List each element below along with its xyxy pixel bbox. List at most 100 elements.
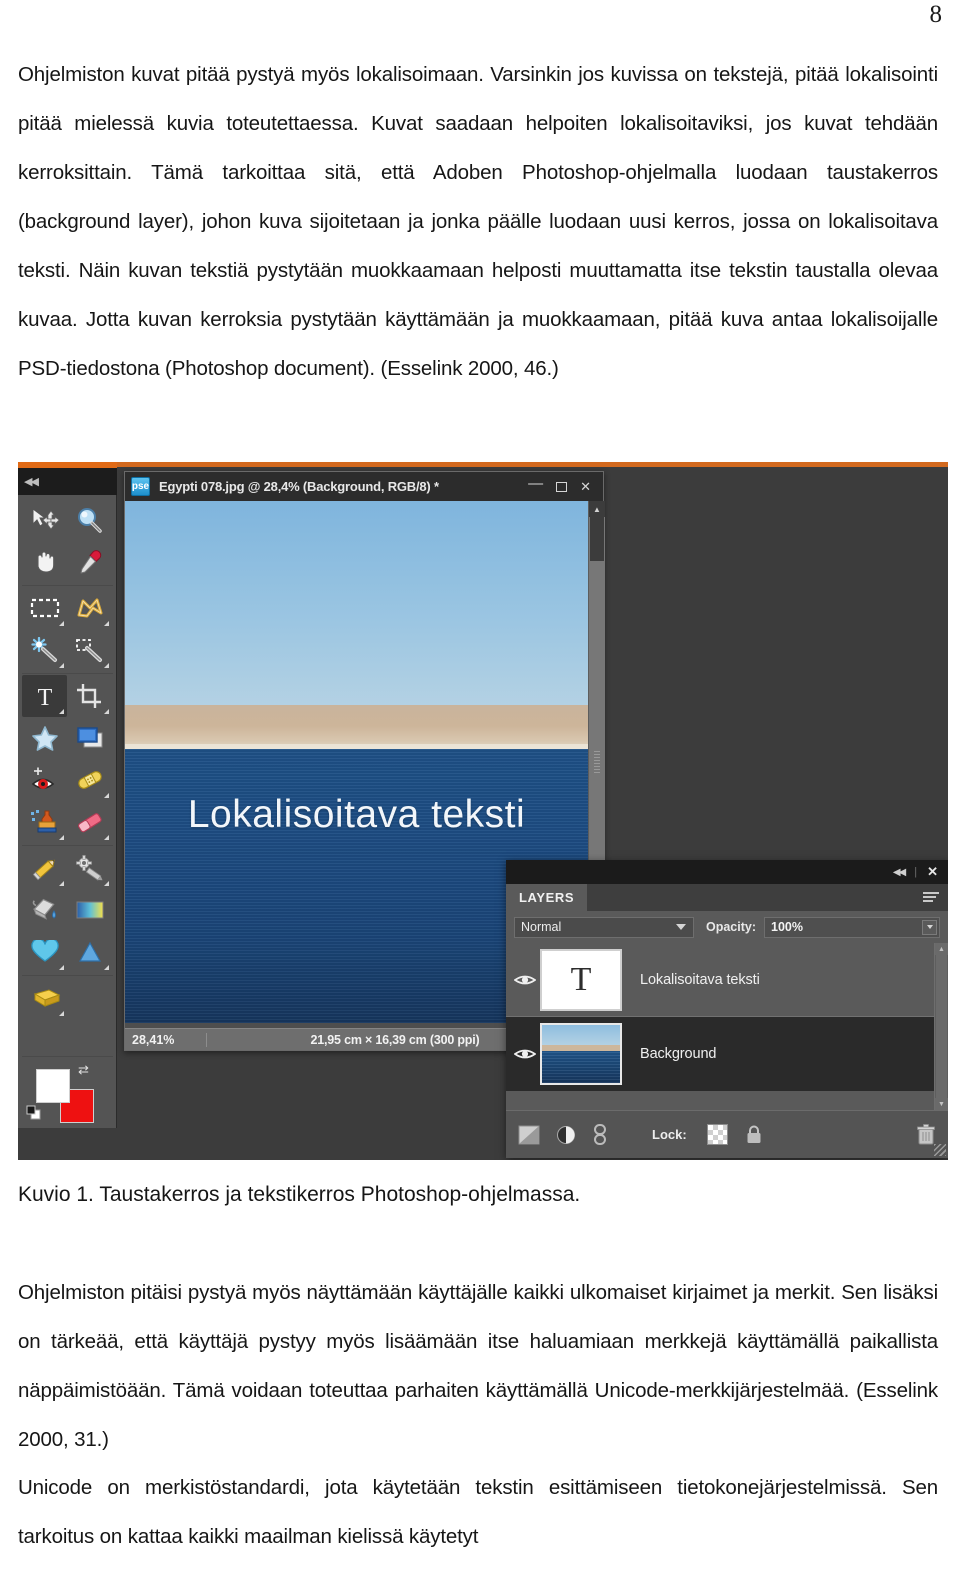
color-swatches: ⇄	[22, 1056, 113, 1128]
paragraph-intro: Ohjelmiston kuvat pitää pystyä myös loka…	[18, 63, 938, 380]
opacity-value: 100%	[771, 920, 803, 934]
submenu-indicator-icon	[104, 663, 109, 668]
chevron-down-icon	[676, 924, 686, 930]
layers-panel: ◀◀ | ✕ LAYERS Normal Opacity: 100% T Lok…	[506, 860, 948, 1158]
crop-tool[interactable]	[67, 675, 112, 717]
layer-thumbnail[interactable]: T	[540, 948, 622, 1011]
opacity-chevron-icon[interactable]	[922, 919, 937, 935]
layer-name[interactable]: Background	[640, 1046, 716, 1062]
tools-grid: T	[22, 498, 113, 1021]
eraser-tool[interactable]	[67, 801, 112, 843]
submenu-indicator-icon	[104, 965, 109, 970]
link-layers-icon[interactable]	[592, 1123, 608, 1146]
layer-row[interactable]: Background	[506, 1017, 934, 1091]
magic-wand-tool[interactable]	[22, 629, 67, 671]
panel-collapse-icon[interactable]: ◀◀	[893, 867, 906, 878]
blur-tool[interactable]	[67, 931, 112, 973]
zoom-tool[interactable]	[67, 499, 112, 541]
image-window-title: Egypti 078.jpg @ 28,4% (Background, RGB/…	[159, 479, 439, 494]
new-layer-icon[interactable]	[556, 1125, 576, 1145]
layer-row[interactable]: T Lokalisoitava teksti	[506, 943, 934, 1017]
close-button[interactable]: ✕	[580, 480, 591, 493]
opacity-input[interactable]: 100%	[764, 916, 940, 938]
figure-caption: Kuvio 1. Taustakerros ja tekstikerros Ph…	[18, 1183, 581, 1206]
eyedropper-tool[interactable]	[67, 541, 112, 583]
tool-group-tone	[22, 976, 113, 1021]
tool-group-selection	[22, 586, 113, 674]
submenu-indicator-icon	[59, 881, 64, 886]
blend-mode-select[interactable]: Normal	[514, 916, 694, 938]
lock-transparent-pixels-icon[interactable]	[706, 1124, 728, 1145]
layers-rows: T Lokalisoitava teksti Background	[506, 943, 934, 1110]
paragraph-third: Unicode on merkistöstandardi, jota käyte…	[18, 1476, 938, 1548]
photo-sky	[125, 501, 588, 726]
layers-tab-row: LAYERS	[506, 884, 948, 911]
layers-scroll-up-icon[interactable]: ▲	[935, 943, 948, 955]
layer-thumbnail[interactable]	[540, 1023, 622, 1085]
move-tool[interactable]	[22, 499, 67, 541]
smart-brush-tool[interactable]	[67, 847, 112, 889]
layer-visibility-toggle[interactable]	[510, 973, 540, 987]
swap-colors-icon[interactable]: ⇄	[78, 1063, 89, 1076]
submenu-indicator-icon	[104, 793, 109, 798]
photoshop-screenshot: ◀◀ T ⇄ pse Egypti 078.jpg @ 28,4% (Backg…	[18, 462, 948, 1160]
submenu-indicator-icon	[59, 621, 64, 626]
window-controls: — ✕	[528, 476, 599, 494]
layers-scroll-thumb[interactable]	[936, 955, 947, 1098]
image-window-titlebar[interactable]: pse Egypti 078.jpg @ 28,4% (Background, …	[125, 472, 603, 501]
recompose-tool[interactable]	[67, 717, 112, 759]
panel-menu-icon[interactable]	[923, 891, 939, 904]
accent-bar-right	[117, 462, 948, 467]
scroll-thumb[interactable]	[590, 517, 604, 561]
tool-group-paint	[22, 846, 113, 976]
custom-shape-tool[interactable]	[22, 931, 67, 973]
submenu-indicator-icon	[104, 621, 109, 626]
tab-layers[interactable]: LAYERS	[506, 884, 588, 911]
paragraph-second: Ohjelmiston pitäisi pystyä myös näyttämä…	[18, 1281, 938, 1451]
submenu-indicator-icon	[104, 881, 109, 886]
panel-resize-grip[interactable]	[934, 1144, 946, 1156]
cookie-cutter-tool[interactable]	[22, 717, 67, 759]
tool-panel: ◀◀ T ⇄	[18, 468, 117, 1128]
quick-selection-tool[interactable]	[67, 629, 112, 671]
minimize-button[interactable]: —	[528, 476, 543, 491]
submenu-indicator-icon	[59, 1011, 64, 1016]
layer-visibility-toggle[interactable]	[510, 1047, 540, 1061]
opacity-label: Opacity:	[706, 920, 757, 934]
pencil-tool[interactable]	[22, 847, 67, 889]
type-tool[interactable]: T	[22, 675, 67, 717]
layers-scrollbar[interactable]: ▲ ▼	[934, 943, 948, 1110]
paint-bucket-tool[interactable]	[22, 889, 67, 931]
layers-list: T Lokalisoitava teksti Background ▲ ▼	[506, 943, 948, 1110]
submenu-indicator-icon	[104, 709, 109, 714]
gradient-tool[interactable]	[67, 889, 112, 931]
lock-all-icon[interactable]	[744, 1124, 764, 1145]
delete-layer-icon[interactable]	[916, 1123, 936, 1146]
panel-close-icon[interactable]: ✕	[927, 864, 938, 880]
default-colors-icon[interactable]	[26, 1105, 41, 1120]
scroll-grip-icon	[594, 751, 600, 773]
sponge-tool[interactable]	[22, 977, 67, 1019]
tool-panel-header[interactable]: ◀◀	[18, 468, 117, 495]
layers-scroll-down-icon[interactable]: ▼	[935, 1098, 948, 1110]
layer-name[interactable]: Lokalisoitava teksti	[640, 972, 760, 988]
new-adjustment-layer-icon[interactable]	[518, 1125, 540, 1145]
foreground-color-swatch[interactable]	[36, 1069, 70, 1103]
healing-brush-tool[interactable]	[67, 759, 112, 801]
red-eye-removal-tool[interactable]	[22, 759, 67, 801]
layers-panel-footer: Lock:	[506, 1110, 948, 1158]
clone-stamp-tool[interactable]	[22, 801, 67, 843]
text-layer-glyph: T	[570, 960, 592, 998]
lock-label: Lock:	[652, 1127, 687, 1142]
status-zoom-level[interactable]: 28,41%	[125, 1032, 207, 1047]
photo-shoreline	[125, 704, 588, 752]
document-page: 8 Ohjelmiston kuvat pitää pystyä myös lo…	[0, 0, 960, 1578]
maximize-button[interactable]	[556, 481, 568, 492]
eye-icon	[514, 1049, 536, 1059]
layers-options-row: Normal Opacity: 100%	[506, 911, 948, 943]
scroll-up-icon[interactable]: ▲	[589, 501, 605, 517]
rectangular-marquee-tool[interactable]	[22, 587, 67, 629]
collapse-arrows-icon[interactable]: ◀◀	[24, 475, 39, 488]
hand-tool[interactable]	[22, 541, 67, 583]
lasso-tool[interactable]	[67, 587, 112, 629]
